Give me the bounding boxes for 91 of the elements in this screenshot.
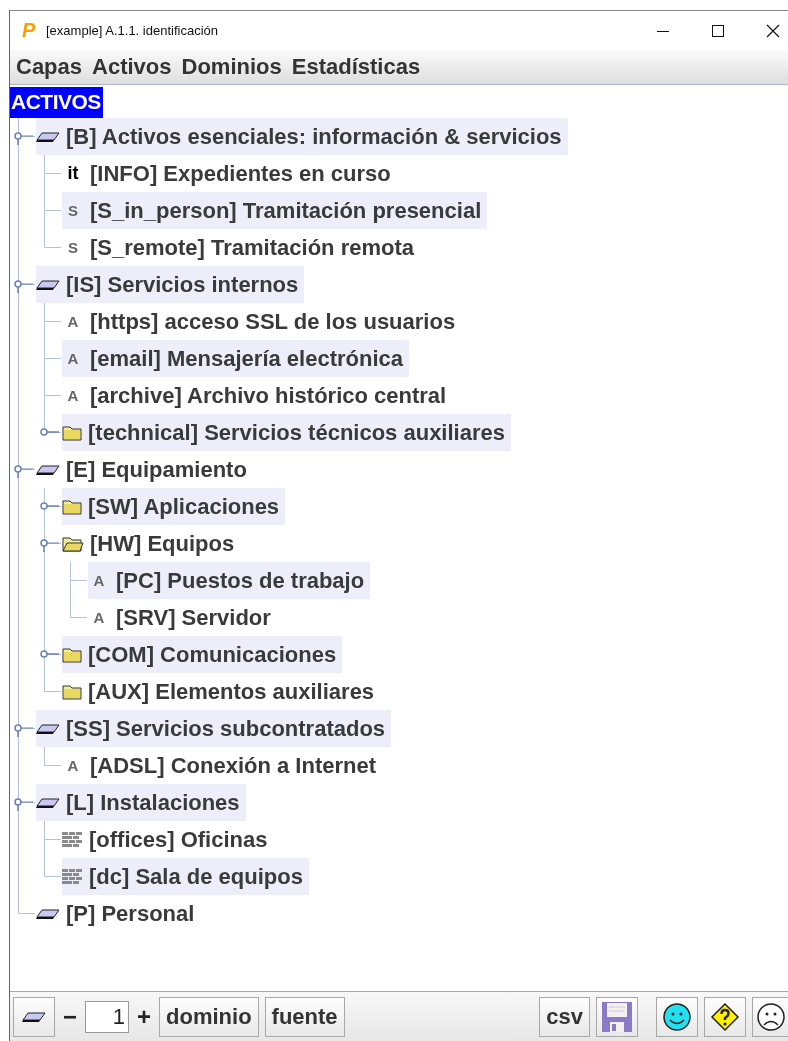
save-icon	[601, 1001, 633, 1033]
maximize-icon[interactable]	[711, 23, 725, 38]
brick-wall-icon	[62, 831, 83, 848]
layer-button[interactable]	[13, 997, 55, 1037]
tree-item[interactable]: [SW] Aplicaciones	[62, 488, 286, 525]
tree-item[interactable]: [B] Activos esenciales: información & servicios	[36, 118, 568, 155]
folder-icon	[62, 498, 82, 515]
item-label: [SRV] Servidor	[116, 604, 271, 631]
tree-item[interactable]: it [INFO] Expedientes en curso	[62, 155, 397, 192]
increment-button[interactable]: +	[135, 1003, 154, 1031]
question-button[interactable]	[704, 997, 746, 1037]
sad-face-icon	[755, 1002, 786, 1032]
type-letter: S	[67, 239, 79, 256]
decrement-button[interactable]: −	[61, 1003, 79, 1031]
folder-icon	[62, 683, 82, 700]
item-label: [B] Activos esenciales: información & servicios	[66, 123, 562, 150]
tree-item[interactable]: S [S_remote] Tramitación remota	[62, 229, 420, 266]
item-label: [technical] Servicios técnicos auxiliares	[88, 419, 505, 446]
item-label: [PC] Puestos de trabajo	[116, 567, 365, 594]
tree-item[interactable]: A [archive] Archivo histórico central	[62, 377, 453, 414]
type-tag: it	[62, 163, 84, 184]
close-icon[interactable]	[766, 23, 780, 38]
menu-item[interactable]: Dominios	[181, 54, 282, 80]
tree-item[interactable]: S [S_in_person] Tramitación presencial	[62, 192, 488, 229]
folder-icon	[62, 535, 84, 552]
question-diamond-icon	[710, 1002, 740, 1032]
item-label: [https] acceso SSL de los usuarios	[90, 308, 456, 335]
tree-item[interactable]: [P] Personal	[36, 895, 201, 932]
layer-icon	[36, 130, 60, 143]
item-label: [AUX] Elementos auxiliares	[88, 678, 375, 705]
tree-item[interactable]: [HW] Equipos	[62, 525, 241, 562]
menu-item[interactable]: Activos	[92, 54, 172, 80]
tree-root-label: ACTIVOS	[10, 87, 103, 118]
type-letter: A	[66, 313, 80, 330]
type-letter: A	[92, 609, 106, 626]
layer-icon	[36, 796, 60, 809]
tree-item[interactable]: [offices] Oficinas	[62, 821, 274, 858]
layer-icon	[36, 463, 60, 476]
item-label: [S_remote] Tramitación remota	[90, 234, 414, 261]
save-button[interactable]	[596, 997, 638, 1037]
item-label: [COM] Comunicaciones	[88, 641, 337, 668]
item-label: [SW] Aplicaciones	[88, 493, 280, 520]
item-label: [email] Mensajería electrónica	[90, 345, 404, 372]
layer-icon	[36, 907, 60, 920]
type-letter: A	[66, 387, 80, 404]
happy-face-icon	[662, 1002, 692, 1032]
folder-icon	[62, 424, 82, 441]
type-letter: S	[67, 202, 79, 219]
folder-icon	[62, 646, 82, 663]
tree-item[interactable]: [dc] Sala de equipos	[62, 858, 309, 895]
layer-icon	[36, 722, 60, 735]
layer-icon	[36, 278, 60, 291]
item-label: [SS] Servicios subcontratados	[66, 715, 386, 742]
menu-item[interactable]: Capas	[16, 54, 83, 80]
type-letter: A	[66, 350, 80, 367]
happy-face-button[interactable]	[656, 997, 698, 1037]
tree-item[interactable]: [E] Equipamiento	[36, 451, 253, 488]
menu-item[interactable]: Estadísticas	[291, 54, 421, 80]
item-label: [offices] Oficinas	[89, 826, 268, 853]
layer-icon	[22, 1011, 46, 1023]
csv-button[interactable]: csv	[539, 997, 590, 1037]
item-label: [L] Instalaciones	[66, 789, 240, 816]
tree-item[interactable]: [technical] Servicios técnicos auxiliares	[62, 414, 511, 451]
tree-item[interactable]: A [SRV] Servidor	[88, 599, 277, 636]
item-label: [dc] Sala de equipos	[89, 863, 303, 890]
item-label: [E] Equipamiento	[66, 456, 247, 483]
level-field[interactable]: 1	[85, 1001, 129, 1033]
tree-item[interactable]: [SS] Servicios subcontratados	[36, 710, 392, 747]
tree-item[interactable]: [L] Instalaciones	[36, 784, 246, 821]
sad-face-button[interactable]	[752, 997, 788, 1037]
app-logo: P	[22, 19, 37, 42]
item-label: [archive] Archivo histórico central	[90, 382, 447, 409]
tree-item[interactable]: A [PC] Puestos de trabajo	[88, 562, 371, 599]
item-label: [S_in_person] Tramitación presencial	[90, 197, 482, 224]
tree-item[interactable]: A [ADSL] Conexión a Internet	[62, 747, 382, 784]
tree-item[interactable]: [COM] Comunicaciones	[62, 636, 343, 673]
tree-item[interactable]: [AUX] Elementos auxiliares	[62, 673, 381, 710]
item-label: [INFO] Expedientes en curso	[90, 160, 391, 187]
window-title: [example] A.1.1. identificación	[46, 23, 219, 38]
type-letter: A	[92, 572, 106, 589]
tree-item[interactable]: [IS] Servicios internos	[36, 266, 305, 303]
toolbar-button[interactable]: fuente	[264, 997, 345, 1037]
toolbar-button[interactable]: dominio	[159, 997, 259, 1037]
brick-wall-icon	[62, 868, 83, 885]
tree-item[interactable]: A [email] Mensajería electrónica	[62, 340, 410, 377]
item-label: [ADSL] Conexión a Internet	[90, 752, 376, 779]
item-label: [P] Personal	[66, 900, 195, 927]
item-label: [HW] Equipos	[90, 530, 235, 557]
item-label: [IS] Servicios internos	[66, 271, 299, 298]
type-letter: A	[66, 757, 80, 774]
tree-item[interactable]: A [https] acceso SSL de los usuarios	[62, 303, 462, 340]
